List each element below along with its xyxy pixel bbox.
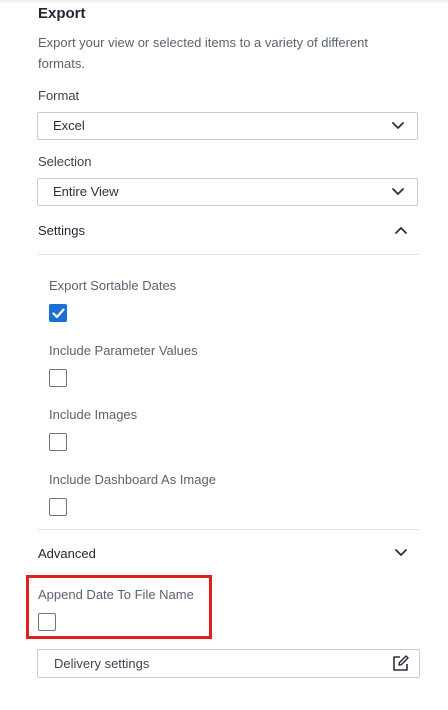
checkbox-export-sortable-dates[interactable] (49, 304, 67, 322)
option-label-include-parameter-values: Include Parameter Values (49, 343, 198, 358)
format-value: Excel (53, 118, 85, 133)
chevron-down-icon (392, 122, 404, 129)
format-label: Format (38, 88, 80, 103)
option-label-append-date: Append Date To File Name (38, 587, 194, 602)
option-label-include-dashboard-as-image: Include Dashboard As Image (49, 472, 216, 487)
checkbox-append-date[interactable] (38, 613, 56, 631)
advanced-label: Advanced (38, 546, 96, 561)
checkbox-include-dashboard-as-image[interactable] (49, 498, 67, 516)
settings-section-toggle[interactable]: Settings (38, 221, 418, 241)
edit-icon (393, 655, 409, 671)
format-select[interactable]: Excel (37, 112, 418, 140)
advanced-divider (38, 529, 420, 530)
selection-label: Selection (38, 154, 92, 169)
delivery-settings-button[interactable]: Delivery settings (37, 649, 420, 678)
advanced-section-toggle[interactable]: Advanced (38, 544, 418, 564)
selection-select[interactable]: Entire View (37, 178, 418, 206)
chevron-down-icon (395, 549, 407, 556)
chevron-up-icon (395, 227, 407, 234)
checkbox-include-images[interactable] (49, 433, 67, 451)
option-label-export-sortable-dates: Export Sortable Dates (49, 278, 177, 293)
delivery-settings-label: Delivery settings (54, 656, 150, 671)
settings-label: Settings (38, 223, 85, 238)
settings-divider (38, 254, 420, 255)
selection-value: Entire View (53, 184, 119, 199)
checkbox-include-parameter-values[interactable] (49, 369, 67, 387)
option-label-include-images: Include Images (49, 407, 138, 422)
panel-description: Export your view or selected items to a … (38, 35, 368, 71)
panel-title: Export (38, 5, 86, 22)
chevron-down-icon (392, 188, 404, 195)
checkmark-icon (52, 308, 65, 319)
